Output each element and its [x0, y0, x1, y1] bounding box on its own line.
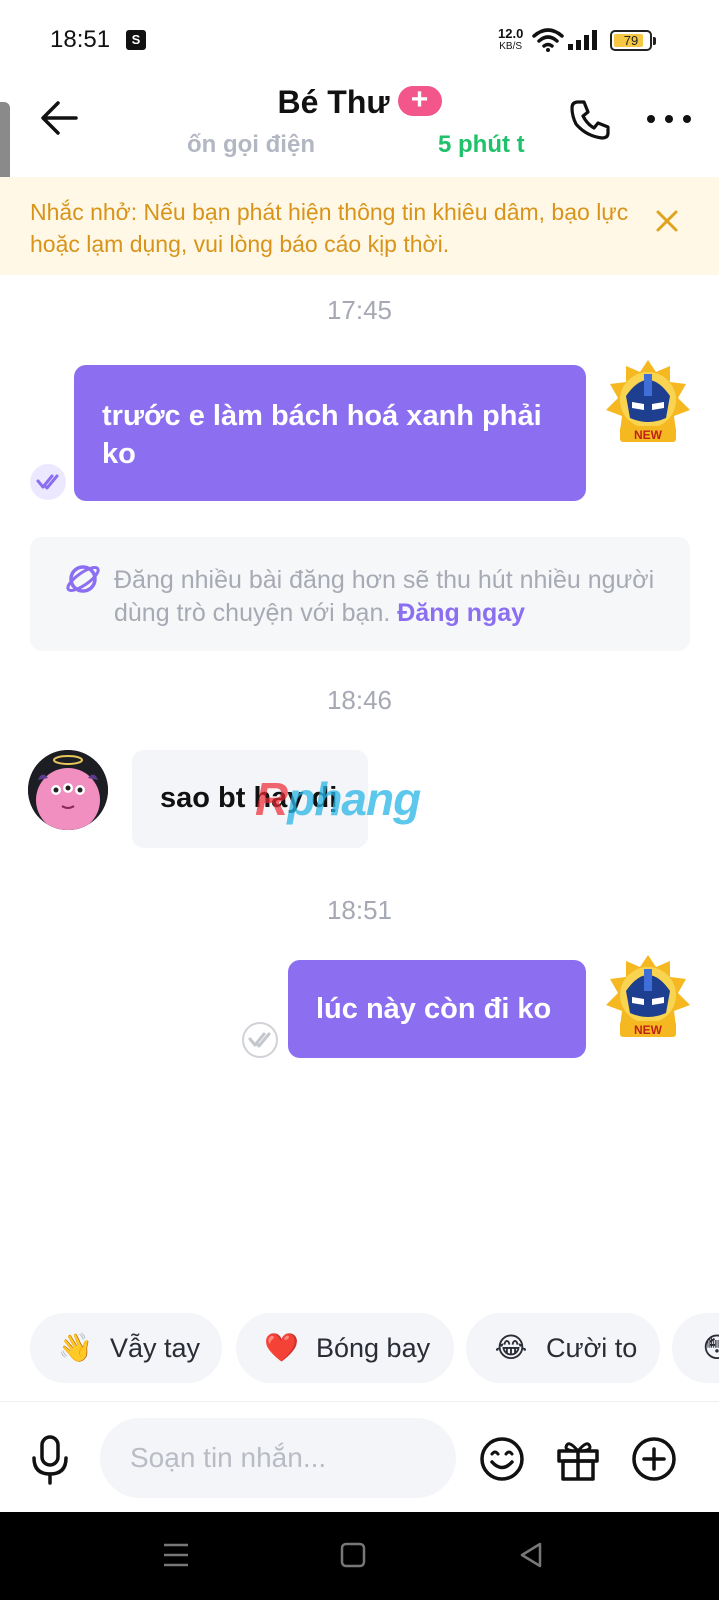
quick-reply-label: Vẫy tay [110, 1333, 201, 1363]
gift-icon[interactable] [554, 1435, 602, 1483]
signal-icon [568, 30, 597, 50]
message-input[interactable] [100, 1418, 456, 1498]
timestamp: 18:51 [326, 895, 393, 925]
read-status-icon [30, 464, 66, 500]
quick-reply-laugh[interactable]: 😂 Cười to [466, 1313, 660, 1383]
emoji-icon[interactable] [478, 1435, 526, 1483]
my-message-bubble[interactable]: trước e làm bách hoá xanh phải ko [74, 365, 586, 501]
network-speed-value: 12.0 [498, 26, 524, 41]
add-circle-icon[interactable] [630, 1435, 678, 1483]
reminder-text: Nhắc nhở: Nếu bạn phát hiện thông tin kh… [30, 199, 629, 257]
quick-reply-label: Bóng bay [316, 1333, 431, 1363]
post-now-link[interactable]: Đăng ngay [397, 599, 525, 627]
quick-reply-label: Cười to [546, 1333, 638, 1363]
phone-icon [570, 100, 610, 140]
status-time: 18:51 [50, 26, 111, 53]
close-icon [656, 210, 678, 232]
wave-icon: 👋 [58, 1332, 93, 1363]
quick-reply-more[interactable]: 😳 [672, 1313, 719, 1383]
badge-label: NEW [634, 1023, 663, 1037]
menu-icon[interactable] [162, 1542, 190, 1568]
battery-level: 79 [623, 33, 639, 48]
add-friend-badge[interactable]: + [397, 85, 442, 116]
badge-label: NEW [634, 428, 663, 442]
timestamp: 18:46 [326, 685, 393, 715]
message-text: trước e làm bách hoá xanh phải ko [102, 400, 542, 470]
microphone-icon[interactable] [30, 1434, 70, 1486]
heart-balloon-icon: ❤️ [264, 1332, 299, 1363]
message-text: lúc này còn đi ko [316, 993, 552, 1025]
my-message-bubble[interactable]: lúc này còn đi ko [288, 960, 586, 1058]
close-reminder-button[interactable] [652, 206, 682, 236]
battery-icon: 79 [610, 30, 656, 51]
back-nav-icon[interactable] [518, 1542, 544, 1568]
my-avatar-badge[interactable]: NEW [600, 356, 696, 452]
composer-divider [0, 1401, 719, 1402]
tip-message: Đăng nhiều bài đăng hơn sẽ thu hút nhiều… [114, 566, 655, 627]
tip-text: Đăng nhiều bài đăng hơn sẽ thu hút nhiều… [114, 564, 674, 630]
planet-icon [66, 565, 100, 593]
more-options-button[interactable] [646, 104, 692, 134]
more-dots-icon [647, 115, 691, 123]
watermark-r: R [255, 773, 288, 825]
timestamp: 17:45 [326, 295, 393, 325]
online-status-text: 5 phút t [438, 131, 525, 158]
flushed-face-icon: 😳 [702, 1332, 719, 1363]
sent-status-icon [242, 1022, 278, 1058]
quick-reply-wave[interactable]: 👋 Vẫy tay [30, 1313, 222, 1383]
contact-name: Bé Thư [277, 84, 390, 120]
call-button[interactable] [566, 96, 614, 144]
network-speed: 12.0 KB/S [498, 27, 523, 53]
wifi-icon [532, 28, 564, 52]
my-avatar-badge[interactable]: NEW [600, 951, 696, 1047]
home-icon[interactable] [340, 1542, 366, 1568]
shopee-icon: S [126, 30, 146, 50]
contact-avatar[interactable] [28, 750, 108, 830]
network-speed-unit: KB/S [499, 41, 523, 52]
watermark-rest: phang [287, 773, 421, 825]
laugh-icon: 😂 [494, 1332, 528, 1363]
quick-reply-balloon[interactable]: ❤️ Bóng bay [236, 1313, 454, 1383]
watermark: Rphang [255, 772, 421, 826]
call-status-text: ốn gọi điện [187, 131, 315, 158]
